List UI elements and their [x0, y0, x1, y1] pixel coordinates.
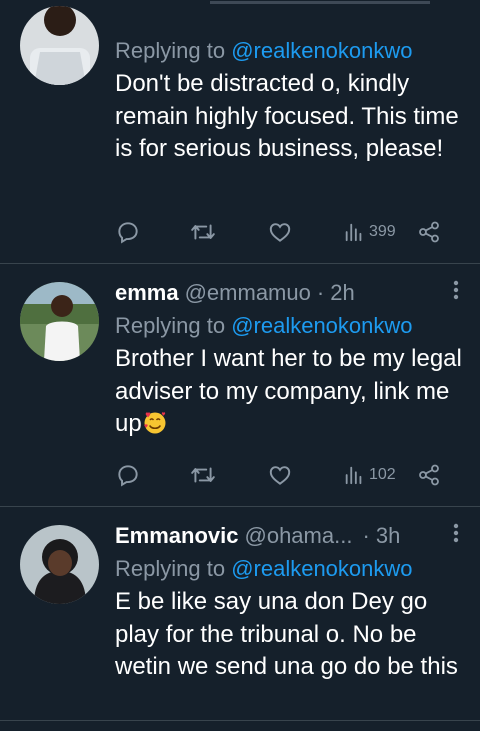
- more-icon: [453, 280, 459, 300]
- views-button[interactable]: 399: [343, 217, 396, 247]
- action-bar: 399: [115, 217, 446, 247]
- reply-prefix: Replying to: [115, 38, 232, 63]
- like-icon: [269, 466, 291, 485]
- tweet-text: Don't be distracted o, kindly remain hig…: [115, 70, 459, 162]
- more-options-button[interactable]: [452, 277, 460, 310]
- avatar[interactable]: [20, 6, 99, 85]
- retweet-button[interactable]: [189, 217, 217, 247]
- replying-to: Replying to @realkenokonkwo: [115, 552, 468, 586]
- retweet-button[interactable]: [189, 460, 217, 490]
- share-icon: [419, 464, 439, 486]
- tweet-body: Emmanovic @ohama... · 3h Replying to @re…: [115, 520, 468, 684]
- views-icon: [345, 223, 362, 242]
- smiling-face-with-hearts-icon: [144, 412, 166, 434]
- tweet-3[interactable]: Emmanovic @ohama... · 3h Replying to @re…: [0, 507, 480, 721]
- avatar[interactable]: [20, 282, 99, 361]
- views-count: 399: [369, 223, 396, 240]
- views-count: 102: [369, 466, 396, 483]
- user-handle[interactable]: @emmamuo: [185, 280, 311, 306]
- like-icon: [269, 223, 291, 242]
- tweet-header: Emmanovic @ohama... · 3h: [115, 520, 468, 552]
- reply-button[interactable]: [115, 217, 141, 247]
- more-icon: [453, 523, 459, 543]
- replying-to: Replying to @realkenokonkwo: [115, 34, 468, 68]
- timestamp[interactable]: · 2h: [317, 280, 355, 306]
- reply-icon: [118, 465, 138, 487]
- user-handle[interactable]: @ohama...: [245, 523, 353, 549]
- timestamp[interactable]: · 3h: [362, 523, 400, 549]
- display-name[interactable]: emma: [115, 280, 179, 306]
- views-button[interactable]: 102: [343, 460, 396, 490]
- reply-mention-link[interactable]: @realkenokonkwo: [231, 38, 412, 63]
- views-icon: [345, 466, 362, 485]
- tweet-body: Replying to @realkenokonkwo Don't be dis…: [115, 34, 468, 166]
- more-options-button[interactable]: [452, 520, 460, 553]
- profile-photo: [20, 6, 99, 85]
- share-icon: [419, 221, 439, 243]
- share-button[interactable]: [417, 217, 441, 247]
- tweet-body: emma @emmamuo · 2h Replying to @realkeno…: [115, 277, 468, 441]
- share-button[interactable]: [417, 460, 441, 490]
- profile-photo: [20, 282, 99, 361]
- reply-prefix: Replying to: [115, 313, 232, 338]
- replying-to: Replying to @realkenokonkwo: [115, 309, 468, 343]
- reply-prefix: Replying to: [115, 556, 232, 581]
- reply-thread: Replying to @realkenokonkwo Don't be dis…: [0, 0, 480, 731]
- reply-icon: [118, 222, 138, 244]
- tweet-text: E be like say una don Dey go play for th…: [115, 588, 458, 680]
- display-name[interactable]: Emmanovic: [115, 523, 239, 549]
- retweet-icon: [191, 467, 215, 483]
- tweet-text: Brother I want her to be my legal advise…: [115, 343, 468, 441]
- reply-mention-link[interactable]: @realkenokonkwo: [231, 313, 412, 338]
- avatar[interactable]: [20, 525, 99, 604]
- reply-button[interactable]: [115, 460, 141, 490]
- reply-mention-link[interactable]: @realkenokonkwo: [231, 556, 412, 581]
- profile-photo: [20, 525, 99, 604]
- like-button[interactable]: [267, 217, 293, 247]
- like-button[interactable]: [267, 460, 293, 490]
- retweet-icon: [191, 224, 215, 240]
- tweet-header: emma @emmamuo · 2h: [115, 277, 468, 309]
- tweet-1[interactable]: Replying to @realkenokonkwo Don't be dis…: [0, 0, 480, 264]
- tweet-2[interactable]: emma @emmamuo · 2h Replying to @realkeno…: [0, 264, 480, 507]
- action-bar: 102: [115, 460, 446, 490]
